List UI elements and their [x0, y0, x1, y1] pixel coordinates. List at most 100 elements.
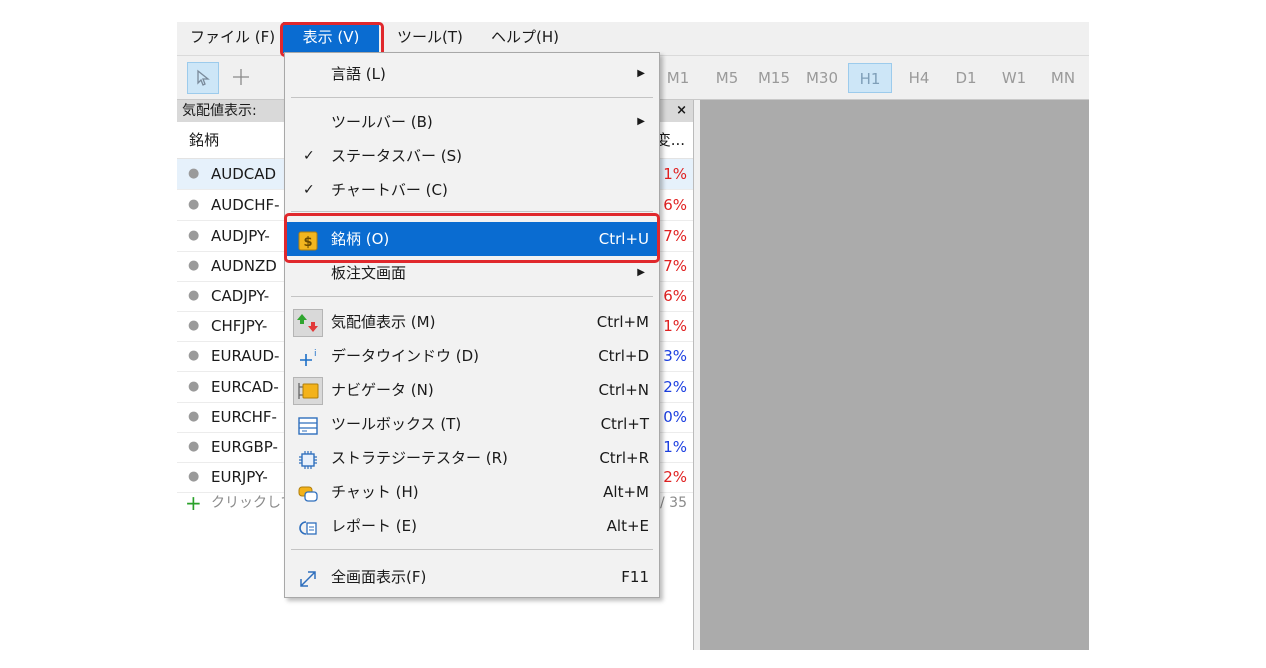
menu-item-shortcut: Ctrl+R [599, 449, 649, 467]
bullet-icon: ● [188, 228, 200, 243]
market-watch-icon [293, 309, 323, 337]
row-symbol: AUDCHF- [211, 196, 280, 214]
strategy-tester-icon [297, 448, 319, 469]
menu-separator [291, 211, 653, 212]
row-change: 1% [663, 438, 687, 456]
column-symbol[interactable]: 銘柄 [189, 122, 219, 158]
menu-item-label: ツールバー (B) [331, 113, 433, 131]
fullscreen-icon [297, 567, 319, 587]
bullet-icon: ● [188, 379, 200, 394]
report-icon [297, 516, 319, 536]
menu-item-strategy-tester[interactable]: ストラテジーテスター (R) Ctrl+R [285, 441, 659, 475]
row-symbol: EURGBP- [211, 438, 278, 456]
menu-item-shortcut: F11 [621, 568, 649, 586]
menu-item-shortcut: Alt+M [603, 483, 649, 501]
row-change: 3% [663, 347, 687, 365]
chat-icon [297, 482, 319, 502]
menu-item-chart-bar[interactable]: ✓ チャートバー (C) [285, 173, 659, 207]
row-symbol: EURCAD- [211, 378, 279, 396]
column-change[interactable]: 変... [656, 122, 685, 158]
menu-item-shortcut: Ctrl+T [600, 415, 649, 433]
menu-item-language[interactable]: 言語 (L) ▶ [285, 57, 659, 91]
timeframe-m30[interactable]: M30 [803, 63, 841, 93]
menu-item-label: レポート (E) [331, 517, 417, 535]
menu-separator [291, 97, 653, 98]
bullet-icon: ● [188, 409, 200, 424]
submenu-arrow-icon: ▶ [637, 116, 645, 127]
row-symbol: EURAUD- [211, 347, 280, 365]
menu-separator [291, 549, 653, 550]
menu-item-label: データウインドウ (D) [331, 347, 480, 365]
menu-item-report[interactable]: レポート (E) Alt+E [285, 509, 659, 543]
timeframe-mn[interactable]: MN [1045, 63, 1081, 93]
menu-item-chat[interactable]: チャット (H) Alt+M [285, 475, 659, 509]
menu-item-shortcut: Ctrl+N [598, 381, 649, 399]
bullet-icon: ● [188, 439, 200, 454]
menu-item-label: ナビゲータ (N) [331, 381, 434, 399]
timeframe-w1[interactable]: W1 [997, 63, 1031, 93]
timeframe-h4[interactable]: H4 [903, 63, 935, 93]
timeframe-m1[interactable]: M1 [663, 63, 693, 93]
add-symbol-label: クリックして [211, 495, 295, 511]
row-change: 7% [663, 227, 687, 245]
menu-item-label: 気配値表示 (M) [331, 313, 436, 331]
bullet-icon: ● [188, 288, 200, 303]
svg-text:i: i [314, 349, 317, 359]
menu-separator [291, 296, 653, 297]
close-icon[interactable]: × [676, 100, 687, 122]
chart-area[interactable] [700, 100, 1089, 650]
row-symbol: CHFJPY- [211, 317, 268, 335]
row-symbol: AUDNZD [211, 257, 277, 275]
menu-item-shortcut: Ctrl+M [596, 313, 649, 331]
menu-item-label: ツールボックス (T) [331, 415, 462, 433]
menu-item-label: ストラテジーテスター (R) [331, 449, 508, 467]
row-change: 1% [663, 165, 687, 183]
row-change: 0% [663, 408, 687, 426]
menu-item-status-bar[interactable]: ✓ ステータスバー (S) [285, 139, 659, 173]
crosshair-icon[interactable] [225, 62, 257, 94]
submenu-arrow-icon: ▶ [637, 68, 645, 79]
data-window-icon: i [297, 346, 319, 366]
row-symbol: EURCHF- [211, 408, 277, 426]
menu-item-fullscreen[interactable]: 全画面表示(F) F11 [285, 560, 659, 594]
row-change: 6% [663, 196, 687, 214]
timeframe-m15[interactable]: M15 [755, 63, 793, 93]
bullet-icon: ● [188, 166, 200, 181]
bullet-icon: ● [188, 348, 200, 363]
menu-item-label: 全画面表示(F) [331, 568, 427, 586]
menu-item-label: チャートバー (C) [331, 181, 448, 199]
menu-item-navigator[interactable]: ナビゲータ (N) Ctrl+N [285, 373, 659, 407]
row-change: 7% [663, 257, 687, 275]
symbol-count: / 35 [660, 495, 687, 511]
timeframe-d1[interactable]: D1 [951, 63, 981, 93]
menu-item-shortcut: Ctrl+D [598, 347, 649, 365]
row-change: 6% [663, 287, 687, 305]
row-symbol: AUDJPY- [211, 227, 270, 245]
timeframe-m5[interactable]: M5 [711, 63, 743, 93]
cursor-icon[interactable] [187, 62, 219, 94]
bullet-icon: ● [188, 318, 200, 333]
row-change: 2% [663, 378, 687, 396]
menu-help[interactable]: ヘルプ(H) [491, 22, 559, 53]
bullet-icon: ● [188, 197, 200, 212]
menu-item-market-watch[interactable]: 気配値表示 (M) Ctrl+M [285, 305, 659, 339]
menu-item-label: 言語 (L) [331, 65, 386, 83]
navigator-icon [293, 377, 323, 405]
check-icon: ✓ [303, 182, 315, 198]
market-watch-title: 気配値表示: [182, 103, 257, 119]
menu-item-label: チャット (H) [331, 483, 419, 501]
row-change: 1% [663, 317, 687, 335]
menu-item-shortcut: Alt+E [606, 517, 649, 535]
menu-tools[interactable]: ツール(T) [397, 22, 463, 53]
symbols-highlight-frame [284, 213, 660, 263]
menu-item-toolbar[interactable]: ツールバー (B) ▶ [285, 105, 659, 139]
plus-icon: + [185, 491, 202, 515]
view-menu-dropdown: 言語 (L) ▶ ツールバー (B) ▶ ✓ ステータスバー (S) ✓ チャー… [284, 52, 660, 598]
menu-item-label: ステータスバー (S) [331, 147, 462, 165]
menu-item-data-window[interactable]: i データウインドウ (D) Ctrl+D [285, 339, 659, 373]
row-symbol: CADJPY- [211, 287, 270, 305]
menu-item-toolbox[interactable]: ツールボックス (T) Ctrl+T [285, 407, 659, 441]
menu-file[interactable]: ファイル (F) [190, 22, 275, 53]
timeframe-h1[interactable]: H1 [848, 63, 892, 93]
check-icon: ✓ [303, 148, 315, 164]
